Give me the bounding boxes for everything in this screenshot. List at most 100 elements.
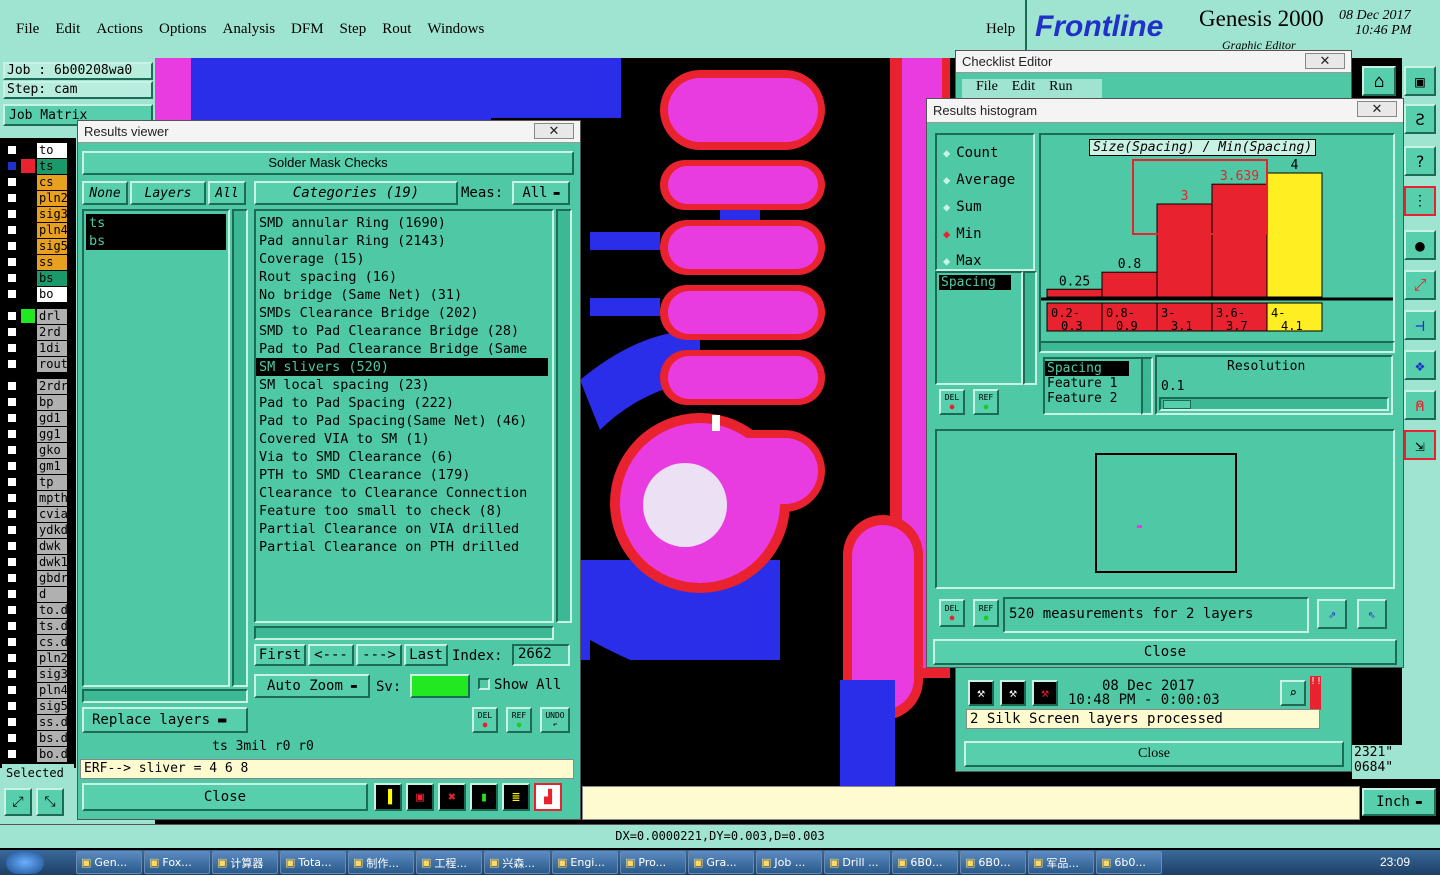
histogram-close-button[interactable]: Close	[933, 639, 1397, 665]
mode-radio-max[interactable]: ◆ Max	[937, 247, 1033, 274]
category-item[interactable]: Covered VIA to SM (1)	[256, 430, 552, 448]
layer-row[interactable]: ts	[6, 158, 72, 174]
layer-name[interactable]: rout	[37, 356, 68, 372]
marker-icon[interactable]: ▐	[374, 783, 402, 811]
categories-vscroll[interactable]	[556, 209, 572, 623]
layer-name[interactable]: ts	[37, 158, 67, 174]
layer-name[interactable]: gbdr	[37, 570, 68, 586]
zoom-icon[interactable]: ⌕	[1280, 680, 1306, 706]
layer-checkbox[interactable]	[6, 588, 18, 600]
taskbar-item[interactable]: ▣ 兴森...	[484, 851, 550, 874]
export-icon-2[interactable]: ⇖	[1357, 599, 1387, 629]
layers-hscroll[interactable]	[82, 689, 248, 703]
layer-color-swatch[interactable]	[21, 427, 35, 441]
layer-row[interactable]: gm1	[6, 458, 72, 474]
taskbar-item[interactable]: ▣ Fox...	[144, 851, 210, 874]
hist-list-item-spacing[interactable]: Spacing	[939, 275, 1011, 290]
layer-color-swatch[interactable]	[21, 475, 35, 489]
hist-list[interactable]: Spacing	[935, 271, 1023, 385]
layer-name[interactable]: bo.d	[37, 746, 68, 762]
layer-checkbox[interactable]	[6, 396, 18, 408]
layer-checkbox[interactable]	[6, 240, 18, 252]
layer-row[interactable]: sig3	[6, 666, 72, 682]
category-item[interactable]: SMDs Clearance Bridge (202)	[256, 304, 552, 322]
layer-name[interactable]: sig3	[37, 666, 68, 682]
histogram-icon[interactable]: ▟	[534, 783, 562, 811]
layer-color-swatch[interactable]	[21, 159, 35, 173]
layer-name[interactable]: sig3	[37, 206, 68, 222]
green-bookmark-icon[interactable]: ▮	[470, 783, 498, 811]
layer-name[interactable]: ss	[37, 254, 67, 270]
layer-row[interactable]: gbdr	[6, 570, 72, 586]
mode-radio-min[interactable]: ◆ Min	[937, 220, 1033, 247]
layer-row[interactable]: pln4	[6, 222, 72, 238]
layer-color-swatch[interactable]	[21, 683, 35, 697]
s-tool-icon[interactable]: Ƨ	[1404, 104, 1436, 134]
del-button[interactable]: DEL ●	[472, 707, 498, 733]
layer-row[interactable]: bp	[6, 394, 72, 410]
layer-color-swatch[interactable]	[21, 325, 35, 339]
layer-color-swatch[interactable]	[21, 715, 35, 729]
help-icon[interactable]: ?	[1404, 146, 1436, 176]
notes-icon[interactable]: ≣	[502, 783, 530, 811]
category-item[interactable]: SM slivers (520)	[256, 358, 548, 376]
prop-item-feature2[interactable]: Feature 2	[1045, 391, 1141, 406]
layer-checkbox[interactable]	[6, 288, 18, 300]
mode-radio-average[interactable]: ◆ Average	[937, 166, 1033, 193]
chart-hscroll[interactable]	[1039, 341, 1395, 353]
category-item[interactable]: Via to SMD Clearance (6)	[256, 448, 552, 466]
layer-row[interactable]: drl	[6, 308, 72, 324]
tool-icon-3[interactable]: ⤢	[1404, 270, 1436, 300]
layer-name[interactable]: sig5	[37, 238, 68, 254]
none-button[interactable]: None	[82, 181, 128, 205]
layer-row[interactable]: pln2	[6, 190, 72, 206]
category-item[interactable]: SMD to Pad Clearance Bridge (28)	[256, 322, 552, 340]
layer-name[interactable]: gd1	[37, 410, 67, 426]
layer-name[interactable]: drl	[37, 308, 67, 324]
layer-row[interactable]: ss	[6, 254, 72, 270]
run-icon-2[interactable]: ⚒	[1000, 680, 1026, 706]
category-item[interactable]: Pad annular Ring (2143)	[256, 232, 552, 250]
layer-row[interactable]: bs.d	[6, 730, 72, 746]
histogram-close-icon[interactable]: ✕	[1357, 101, 1397, 117]
layer-checkbox[interactable]	[6, 444, 18, 456]
sv-color-select[interactable]	[410, 674, 470, 698]
layer-name[interactable]: gg1	[37, 426, 67, 442]
layer-row[interactable]: sig3	[6, 206, 72, 222]
category-item[interactable]: Feature too small to check (8)	[256, 502, 552, 520]
layer-name[interactable]: dwk1	[37, 554, 68, 570]
layer-color-swatch[interactable]	[21, 175, 35, 189]
mode-radio-count[interactable]: ◆ Count	[937, 139, 1033, 166]
category-item[interactable]: Rout spacing (16)	[256, 268, 552, 286]
category-item[interactable]: PTH to SMD Clearance (179)	[256, 466, 552, 484]
layer-checkbox[interactable]	[6, 208, 18, 220]
auto-zoom-select[interactable]: Auto Zoom ▬	[254, 674, 370, 698]
taskbar-item[interactable]: ▣ 军品...	[1028, 851, 1094, 874]
menu-edit[interactable]: Edit	[55, 21, 80, 38]
home-icon[interactable]: ⌂	[1362, 66, 1396, 96]
layer-name[interactable]: sig5	[37, 698, 68, 714]
layer-checkbox[interactable]	[6, 508, 18, 520]
layer-checkbox[interactable]	[6, 326, 18, 338]
cross-icon[interactable]: ✖	[438, 783, 466, 811]
menu-windows[interactable]: Windows	[427, 21, 484, 38]
layer-checkbox[interactable]	[6, 412, 18, 424]
category-item[interactable]: No bridge (Same Net) (31)	[256, 286, 552, 304]
layer-checkbox[interactable]	[6, 700, 18, 712]
layer-row[interactable]: bo	[6, 286, 72, 302]
layer-name[interactable]: to.d	[37, 602, 68, 618]
layer-name[interactable]: pln2	[37, 190, 68, 206]
layer-row[interactable]: sig5	[6, 698, 72, 714]
layer-checkbox[interactable]	[6, 556, 18, 568]
preview-del-button[interactable]: DEL ●	[939, 599, 965, 627]
layer-color-swatch[interactable]	[21, 443, 35, 457]
layer-item-bs[interactable]: bs	[86, 232, 226, 250]
taskbar-item[interactable]: ▣ 制作...	[348, 851, 414, 874]
layer-row[interactable]: ydkd	[6, 522, 72, 538]
layer-row[interactable]: dwk	[6, 538, 72, 554]
layer-checkbox[interactable]	[6, 256, 18, 268]
histogram-bar[interactable]	[1101, 271, 1158, 298]
layer-name[interactable]: gm1	[37, 458, 67, 474]
taskbar-item[interactable]: ▣ Pro...	[620, 851, 686, 874]
layer-name[interactable]: pln4	[37, 682, 68, 698]
